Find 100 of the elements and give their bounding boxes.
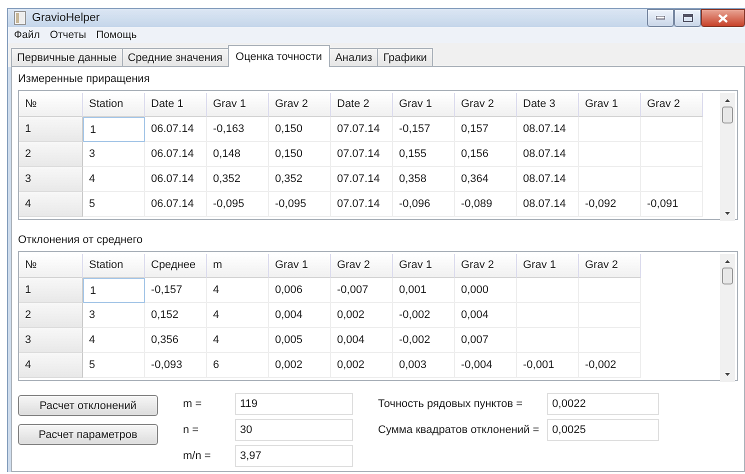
column-header[interactable]: Grav 2: [331, 254, 393, 278]
table-cell[interactable]: -0,002: [579, 353, 641, 378]
table-cell[interactable]: 4: [83, 167, 145, 192]
table-cell[interactable]: 07.07.14: [331, 167, 393, 192]
row-header[interactable]: 2: [19, 303, 83, 328]
table-cell[interactable]: 06.07.14: [145, 167, 207, 192]
table-cell[interactable]: [517, 278, 579, 303]
column-header[interactable]: Grav 1: [393, 93, 455, 117]
table-cell[interactable]: -0,157: [145, 278, 207, 303]
row-header[interactable]: 1: [19, 278, 83, 303]
table-cell[interactable]: 06.07.14: [145, 117, 207, 142]
table-cell[interactable]: 0,005: [269, 328, 331, 353]
tab[interactable]: Первичные данные: [11, 48, 123, 67]
table-cell[interactable]: 0,004: [455, 303, 517, 328]
table-cell[interactable]: 4: [207, 278, 269, 303]
column-header[interactable]: Grav 1: [207, 93, 269, 117]
column-header[interactable]: Grav 1: [393, 254, 455, 278]
table-cell[interactable]: 0,356: [145, 328, 207, 353]
row-header[interactable]: 3: [19, 328, 83, 353]
table-cell[interactable]: [641, 117, 703, 142]
action-button[interactable]: Расчет параметров: [18, 424, 158, 445]
table-cell[interactable]: 0,148: [207, 142, 269, 167]
column-header[interactable]: Среднее: [145, 254, 207, 278]
maximize-button[interactable]: [674, 9, 701, 27]
menu-item[interactable]: Помощь: [96, 29, 137, 41]
column-header[interactable]: m: [207, 254, 269, 278]
table-cell[interactable]: -0,092: [579, 192, 641, 217]
table-cell[interactable]: 07.07.14: [331, 142, 393, 167]
column-header[interactable]: Grav 2: [269, 93, 331, 117]
table-cell[interactable]: 07.07.14: [331, 117, 393, 142]
table-cell[interactable]: 0,004: [269, 303, 331, 328]
table-cell[interactable]: 0,364: [455, 167, 517, 192]
row-header[interactable]: 3: [19, 167, 83, 192]
table-cell[interactable]: 0,001: [393, 278, 455, 303]
table-cell[interactable]: [579, 278, 641, 303]
table-cell[interactable]: 0,002: [331, 353, 393, 378]
input-field[interactable]: 30: [235, 419, 353, 441]
table-cell[interactable]: 1: [83, 278, 145, 303]
table-cell[interactable]: 0,150: [269, 117, 331, 142]
table-cell[interactable]: -0,095: [207, 192, 269, 217]
column-header[interactable]: №: [19, 93, 83, 117]
table-cell[interactable]: 5: [83, 353, 145, 378]
table-cell[interactable]: -0,007: [331, 278, 393, 303]
table-cell[interactable]: 4: [83, 328, 145, 353]
table-cell[interactable]: 0,150: [269, 142, 331, 167]
table-cell[interactable]: 0,352: [207, 167, 269, 192]
table-cell[interactable]: -0,095: [269, 192, 331, 217]
column-header[interactable]: Grav 1: [517, 254, 579, 278]
column-header[interactable]: №: [19, 254, 83, 278]
table-cell[interactable]: 08.07.14: [517, 192, 579, 217]
table-cell[interactable]: [579, 117, 641, 142]
table-cell[interactable]: 3: [83, 303, 145, 328]
column-header[interactable]: Date 1: [145, 93, 207, 117]
table-cell[interactable]: 0,157: [455, 117, 517, 142]
column-header[interactable]: Date 3: [517, 93, 579, 117]
tab[interactable]: Средние значения: [122, 48, 229, 67]
table-cell[interactable]: 0,007: [455, 328, 517, 353]
table-cell[interactable]: -0,093: [145, 353, 207, 378]
row-header[interactable]: 2: [19, 142, 83, 167]
input-field[interactable]: 119: [235, 393, 353, 415]
table-cell[interactable]: 06.07.14: [145, 192, 207, 217]
table-cell[interactable]: 0,006: [269, 278, 331, 303]
column-header[interactable]: Grav 2: [455, 93, 517, 117]
table-cell[interactable]: 6: [207, 353, 269, 378]
table-cell[interactable]: 0,155: [393, 142, 455, 167]
menu-item[interactable]: Отчеты: [50, 29, 86, 41]
table-cell[interactable]: 0,004: [331, 328, 393, 353]
table-cell[interactable]: -0,163: [207, 117, 269, 142]
table-cell[interactable]: 07.07.14: [331, 192, 393, 217]
row-header[interactable]: 1: [19, 117, 83, 142]
tab[interactable]: Анализ: [329, 48, 378, 67]
column-header[interactable]: Date 2: [331, 93, 393, 117]
close-button[interactable]: [701, 9, 745, 27]
table-cell[interactable]: -0,096: [393, 192, 455, 217]
menu-item[interactable]: Файл: [14, 29, 40, 41]
input-field[interactable]: 3,97: [235, 445, 353, 467]
table-cell[interactable]: 3: [83, 142, 145, 167]
table-cell[interactable]: 0,002: [331, 303, 393, 328]
scrollbar[interactable]: [720, 93, 735, 221]
table-cell[interactable]: -0,002: [393, 303, 455, 328]
table-cell[interactable]: 4: [207, 328, 269, 353]
table-cell[interactable]: -0,089: [455, 192, 517, 217]
column-header[interactable]: Station: [83, 254, 145, 278]
scrollbar[interactable]: [720, 254, 735, 382]
table-cell[interactable]: -0,002: [393, 328, 455, 353]
tab[interactable]: Графики: [377, 48, 433, 67]
column-header[interactable]: Station: [83, 93, 145, 117]
tab[interactable]: Оценка точности: [228, 45, 330, 67]
row-header[interactable]: 4: [19, 192, 83, 217]
column-header[interactable]: Grav 2: [579, 254, 641, 278]
input-field[interactable]: 0,0025: [547, 419, 660, 441]
table-cell[interactable]: 0,002: [269, 353, 331, 378]
table-cell[interactable]: -0,157: [393, 117, 455, 142]
table-cell[interactable]: 4: [207, 303, 269, 328]
table-cell[interactable]: 5: [83, 192, 145, 217]
table-cell[interactable]: -0,001: [517, 353, 579, 378]
action-button[interactable]: Расчет отклонений: [18, 395, 158, 416]
row-header[interactable]: 4: [19, 353, 83, 378]
table-cell[interactable]: 1: [83, 117, 145, 142]
table-cell[interactable]: 0,000: [455, 278, 517, 303]
